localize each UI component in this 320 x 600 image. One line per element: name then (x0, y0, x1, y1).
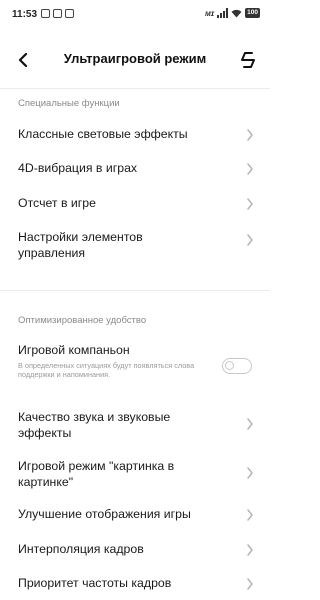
toggle-knob (225, 361, 234, 370)
row-label: Настройки элементов управления (18, 230, 143, 260)
row-frame-interpolation[interactable]: Интерполяция кадров (0, 536, 270, 570)
chevron-right-icon (247, 163, 253, 175)
row-label: 4D-вибрация в играх (18, 161, 138, 175)
row-label: Отсчет в игре (18, 196, 96, 210)
game-mode-icon (241, 52, 255, 68)
signal-icon (217, 8, 229, 18)
row-4d-vibration[interactable]: 4D-вибрация в играх (0, 152, 270, 186)
row-game-companion: Игровой компаньон В определенных ситуаци… (0, 338, 270, 398)
row-label: Игровой компаньон (18, 343, 130, 357)
chevron-right-icon (247, 509, 253, 521)
row-label: Приоритет частоты кадров (18, 576, 172, 590)
header: Ультраигровой режим (0, 40, 270, 80)
row-label: Игровой режим "картинка в картинке" (18, 459, 175, 489)
chevron-right-icon (247, 129, 253, 141)
chevron-right-icon (247, 467, 253, 479)
chevron-right-icon (247, 544, 253, 556)
row-picture-in-picture[interactable]: Игровой режим "картинка в картинке" (0, 454, 270, 498)
wifi-icon (231, 9, 242, 18)
row-label: Улучшение отображения игры (18, 507, 191, 521)
status-time: 11:53 (12, 9, 38, 20)
section-label-special-features: Специальные функции (18, 98, 120, 109)
row-cool-light-effects[interactable]: Классные световые эффекты (0, 118, 270, 152)
notification-app-icon (41, 9, 50, 18)
page-title: Ультраигровой режим (63, 51, 207, 66)
row-display-enhancement[interactable]: Улучшение отображения игры (0, 500, 270, 534)
game-mode-button[interactable] (238, 49, 258, 71)
status-bar: 11:53 ᴍɪ 100 (0, 0, 270, 30)
chevron-right-icon (247, 578, 253, 590)
notification-icons (41, 9, 74, 18)
section-label-optimized-comfort: Оптимизированное удобство (18, 315, 147, 326)
row-sound-quality[interactable]: Качество звука и звуковые эффекты (0, 404, 270, 448)
notification-settings-icon (65, 9, 74, 18)
row-description: В определенных ситуациях будут появлятьс… (18, 361, 195, 379)
chevron-right-icon (247, 198, 253, 210)
row-label: Классные световые эффекты (18, 127, 188, 141)
game-companion-toggle[interactable] (222, 358, 252, 374)
status-indicators: ᴍɪ 100 (205, 8, 260, 18)
row-control-settings[interactable]: Настройки элементов управления (0, 224, 270, 268)
row-game-countdown[interactable]: Отсчет в игре (0, 186, 270, 220)
chevron-right-icon (247, 234, 253, 246)
network-type-label: ᴍɪ (204, 8, 215, 18)
notification-message-icon (53, 9, 62, 18)
header-divider (0, 88, 270, 89)
battery-icon: 100 (245, 8, 260, 18)
row-label: Качество звука и звуковые эффекты (18, 410, 171, 440)
section-divider (0, 290, 270, 291)
row-label: Интерполяция кадров (18, 542, 144, 556)
row-frame-rate-priority[interactable]: Приоритет частоты кадров (0, 570, 270, 600)
chevron-right-icon (247, 418, 253, 430)
